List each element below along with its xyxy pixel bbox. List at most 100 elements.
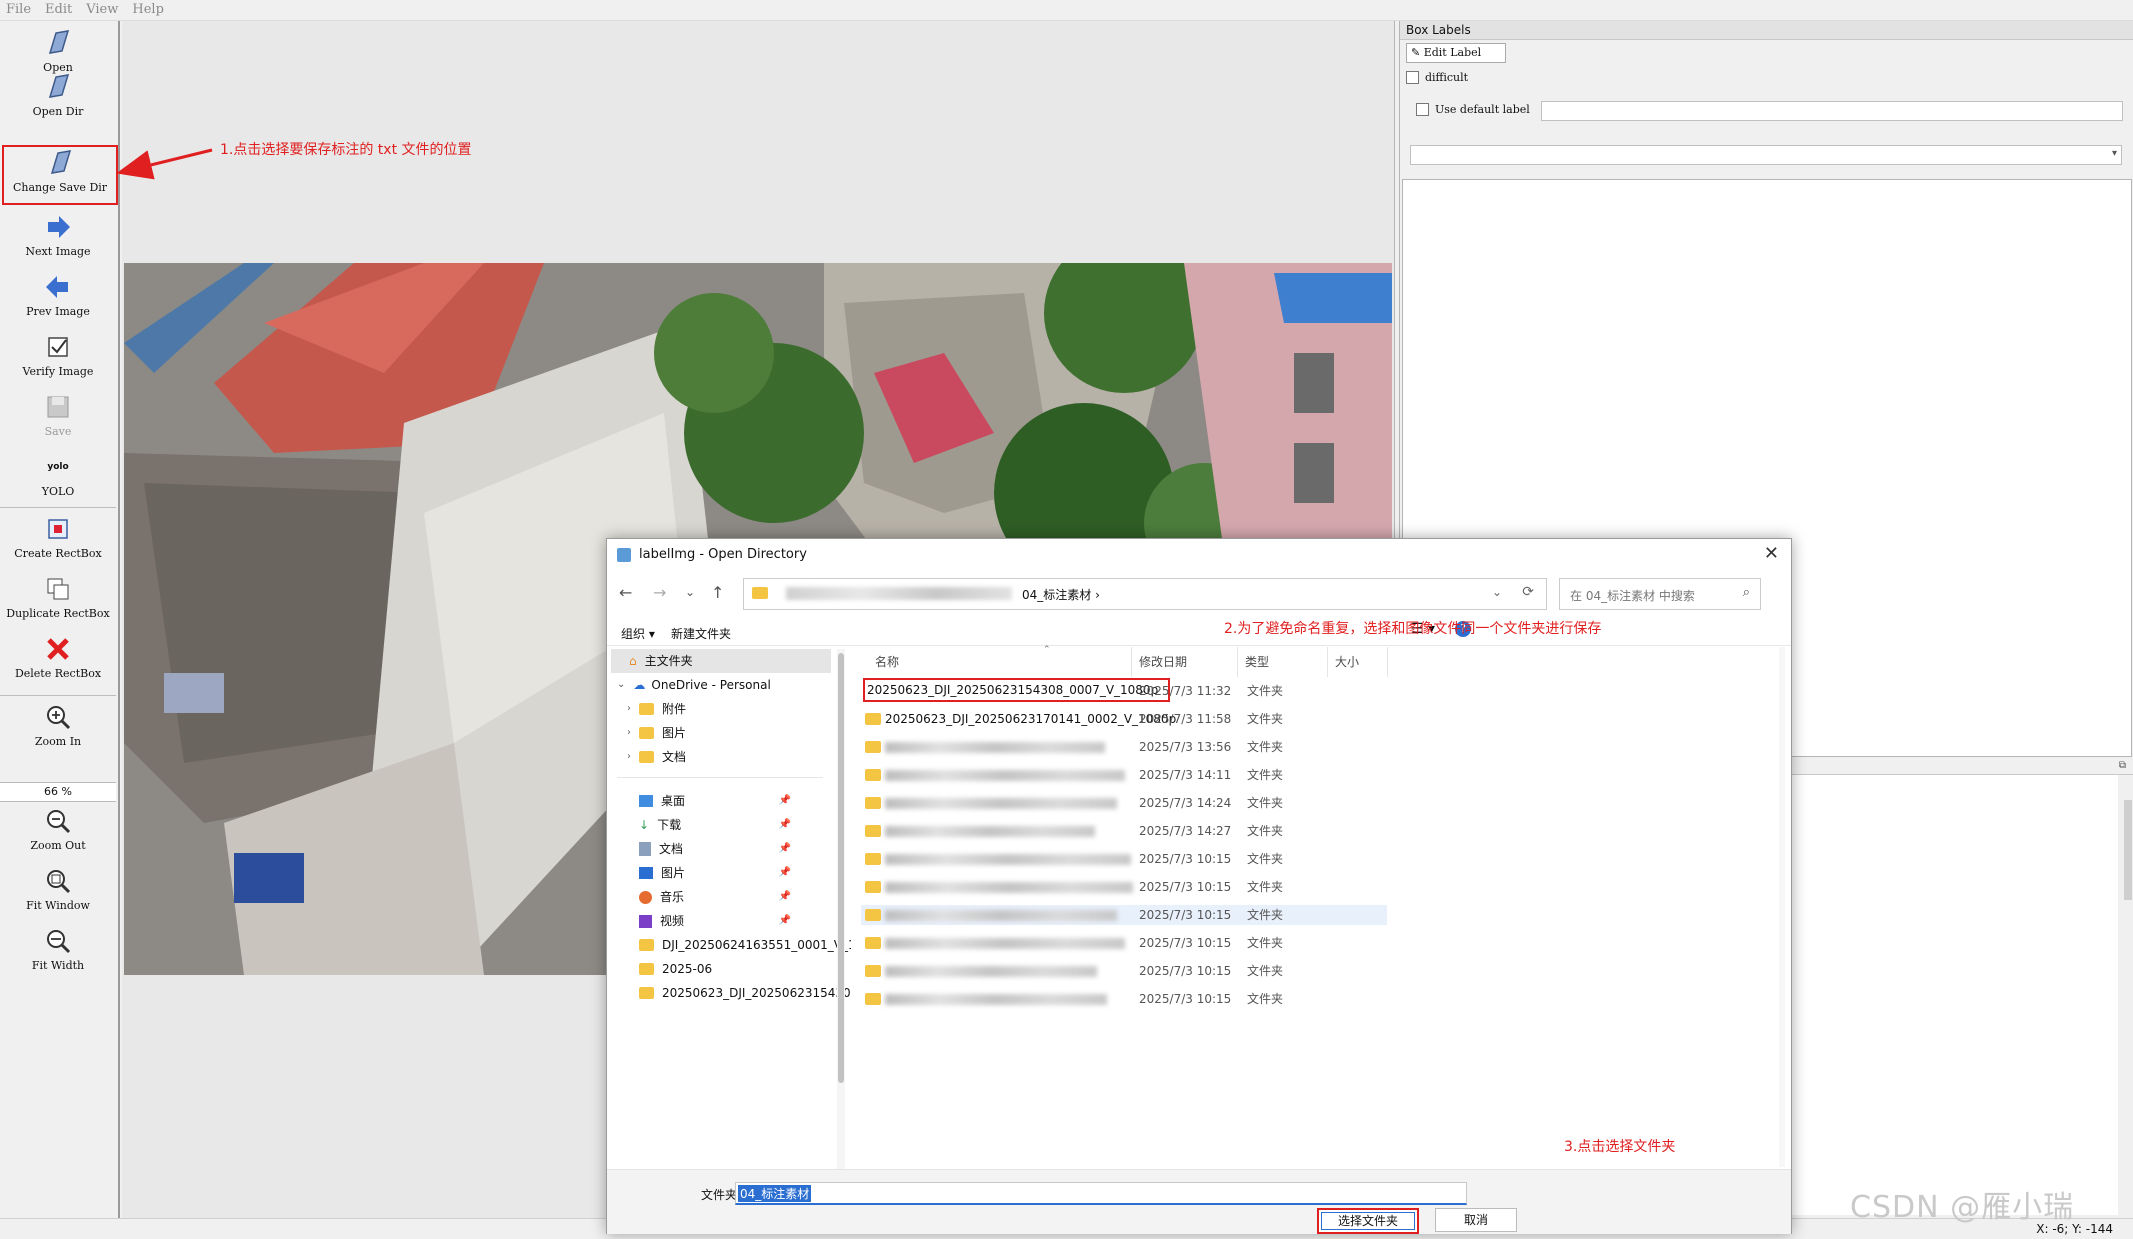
folder-date: 2025/7/3 10:15: [1139, 992, 1232, 1006]
zoom-out-button[interactable]: Zoom Out: [0, 805, 116, 852]
pin-icon[interactable]: 📌: [779, 885, 791, 909]
folder-row[interactable]: 2025/7/3 14:27 文件夹: [861, 821, 1387, 841]
label-combobox[interactable]: ▾: [1410, 145, 2122, 165]
zoom-level-spinbox[interactable]: 66 %: [0, 782, 116, 802]
column-type[interactable]: 类型: [1245, 653, 1269, 670]
fit-width-button[interactable]: Fit Width: [0, 925, 116, 972]
column-name[interactable]: 名称: [875, 653, 899, 670]
close-button[interactable]: ✕: [1764, 543, 1779, 564]
column-divider[interactable]: [1387, 647, 1388, 677]
refresh-icon[interactable]: ⟳: [1522, 584, 1534, 600]
chevron-right-icon[interactable]: ›: [627, 721, 631, 745]
nav-quick-pictures[interactable]: 图片 📌: [639, 861, 791, 885]
blurred-folder-name: [885, 994, 1107, 1005]
zoom-in-button[interactable]: Zoom In: [0, 701, 116, 748]
file-view[interactable]: ⌃ 名称 修改日期 类型 大小 20250623_DJI_20250623154…: [851, 645, 1791, 1169]
nav-quick-videos[interactable]: 视频 📌: [639, 909, 791, 933]
pin-icon[interactable]: 📌: [779, 837, 791, 861]
select-folder-button[interactable]: 选择文件夹: [1317, 1208, 1419, 1234]
pin-icon[interactable]: 📌: [779, 909, 791, 933]
pin-icon[interactable]: 📌: [779, 813, 791, 837]
folder-row[interactable]: 2025/7/3 10:15 文件夹: [861, 933, 1387, 953]
file-view-scrollbar[interactable]: [1779, 647, 1785, 1167]
nav-quick-documents[interactable]: 文档 📌: [639, 837, 791, 861]
folder-row[interactable]: 2025/7/3 10:15 文件夹: [861, 905, 1387, 925]
verify-image-button[interactable]: Verify Image: [0, 331, 116, 378]
pin-icon[interactable]: 📌: [779, 861, 791, 885]
yolo-button[interactable]: yolo YOLO: [0, 451, 116, 498]
folder-icon: [865, 909, 881, 921]
use-default-label-checkbox[interactable]: Use default label: [1416, 103, 1530, 116]
menu-view[interactable]: View: [80, 0, 126, 20]
up-arrow-icon[interactable]: ↑: [711, 583, 724, 602]
left-toolbar: Open Open Dir Change Save Dir Next Image…: [0, 21, 120, 1218]
save-button[interactable]: Save: [0, 391, 116, 438]
file-list-scrollbar[interactable]: [2124, 800, 2132, 900]
prev-image-button[interactable]: Prev Image: [0, 271, 116, 318]
folder-row[interactable]: 2025/7/3 14:24 文件夹: [861, 793, 1387, 813]
nav-quick-desktop[interactable]: 桌面 📌: [639, 789, 791, 813]
address-bar[interactable]: 04_标注素材 › ⌄ ⟳: [743, 578, 1547, 610]
folder-row[interactable]: 20250623_DJI_20250623170141_0002_V_1080p…: [861, 709, 1387, 729]
nav-quick-music[interactable]: 音乐 📌: [639, 885, 791, 909]
folder-name-input[interactable]: 04_标注素材: [735, 1182, 1467, 1205]
difficult-checkbox-box[interactable]: [1406, 71, 1419, 84]
change-save-dir-button[interactable]: Change Save Dir: [2, 145, 118, 205]
difficult-checkbox[interactable]: difficult: [1406, 71, 1468, 84]
menu-edit[interactable]: Edit: [39, 0, 80, 20]
float-dock-icon[interactable]: ⧉: [2119, 760, 2126, 771]
fit-window-button[interactable]: Fit Window: [0, 865, 116, 912]
folder-row[interactable]: 2025/7/3 14:11 文件夹: [861, 765, 1387, 785]
nav-home[interactable]: ⌂ 主文件夹: [611, 649, 831, 673]
use-default-label-checkbox-box[interactable]: [1416, 103, 1429, 116]
folder-row[interactable]: 2025/7/3 10:15 文件夹: [861, 849, 1387, 869]
column-date[interactable]: 修改日期: [1139, 653, 1187, 670]
delete-rectbox-button[interactable]: Delete RectBox: [0, 633, 116, 680]
column-divider[interactable]: [1131, 647, 1132, 677]
column-divider[interactable]: [1237, 647, 1238, 677]
open-button[interactable]: Open: [0, 27, 116, 74]
breadcrumb[interactable]: 04_标注素材 ›: [1022, 586, 1100, 603]
nav-od-item[interactable]: › 图片: [627, 721, 686, 745]
recent-chevron-icon[interactable]: ⌄: [685, 585, 695, 599]
nav-quick-downloads[interactable]: ↓ 下载 📌: [639, 813, 791, 837]
folder-row[interactable]: 2025/7/3 10:15 文件夹: [861, 989, 1387, 1009]
dialog-title: labelImg - Open Directory: [639, 547, 807, 562]
default-label-input[interactable]: [1541, 101, 2123, 121]
folder-type: 文件夹: [1247, 712, 1284, 726]
chevron-right-icon[interactable]: ›: [627, 697, 631, 721]
breadcrumb-current[interactable]: 04_标注素材: [1022, 588, 1091, 602]
column-size[interactable]: 大小: [1335, 653, 1359, 670]
organize-button[interactable]: 组织 ▾: [621, 625, 655, 642]
chevron-right-icon[interactable]: ›: [627, 745, 631, 769]
nav-scrollbar-thumb[interactable]: [838, 653, 844, 1083]
open-dir-button[interactable]: Open Dir: [0, 71, 116, 118]
chevron-down-icon[interactable]: ⌄: [617, 673, 625, 697]
back-arrow-icon[interactable]: ←: [619, 583, 632, 602]
nav-od-item[interactable]: › 文档: [627, 745, 686, 769]
search-input[interactable]: 在 04_标注素材 中搜索 ⌕: [1559, 578, 1761, 610]
folder-row[interactable]: 20250623_DJI_20250623154308_0007_V_1080p…: [861, 678, 1387, 702]
new-folder-button[interactable]: 新建文件夹: [671, 625, 731, 642]
chevron-down-icon[interactable]: ⌄: [1492, 585, 1502, 599]
forward-arrow-icon[interactable]: →: [653, 583, 666, 602]
menu-file[interactable]: File: [0, 0, 39, 20]
create-rectbox-button[interactable]: Create RectBox: [0, 513, 116, 560]
folder-row[interactable]: 2025/7/3 13:56 文件夹: [861, 737, 1387, 757]
open-dir-icon: [48, 74, 70, 98]
nav-onedrive[interactable]: ⌄ ☁ OneDrive - Personal: [617, 673, 771, 697]
next-image-button[interactable]: Next Image: [0, 211, 116, 258]
nav-folder[interactable]: 2025-06: [639, 957, 712, 981]
folder-row[interactable]: 2025/7/3 10:15 文件夹: [861, 877, 1387, 897]
nav-od-item[interactable]: › 附件: [627, 697, 686, 721]
duplicate-rectbox-button[interactable]: Duplicate RectBox: [0, 573, 116, 620]
open-icon: [48, 30, 70, 54]
folder-row[interactable]: 2025/7/3 10:15 文件夹: [861, 961, 1387, 981]
nav-scrollbar[interactable]: [837, 649, 845, 1169]
menu-help[interactable]: Help: [126, 0, 172, 20]
pin-icon[interactable]: 📌: [779, 789, 791, 813]
cancel-button[interactable]: 取消: [1435, 1208, 1517, 1232]
folder-date: 2025/7/3 14:24: [1139, 796, 1232, 810]
column-divider[interactable]: [1327, 647, 1328, 677]
edit-label-button[interactable]: ✎ Edit Label: [1406, 43, 1506, 63]
